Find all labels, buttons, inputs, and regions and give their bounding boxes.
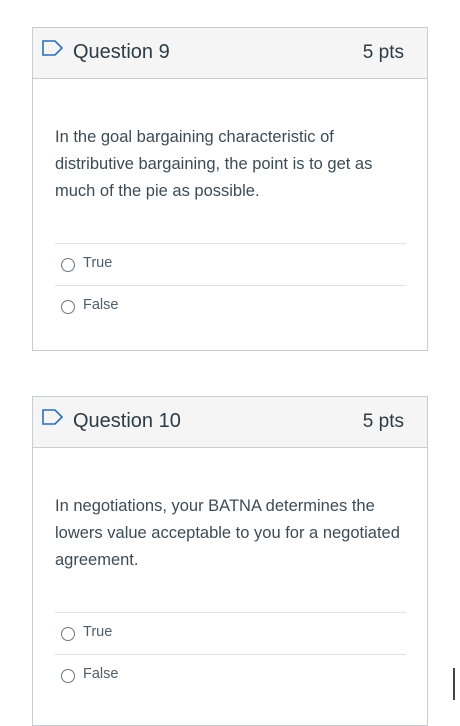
question-text: In the goal bargaining characteristic of… [55, 128, 373, 200]
flag-outline-icon[interactable] [42, 409, 64, 425]
answer-label: True [83, 255, 113, 271]
radio-unchecked-icon[interactable] [61, 258, 75, 272]
answer-label: False [83, 666, 119, 682]
question-card-10: Question 10 5 pts In negotiations, your … [32, 396, 428, 726]
answer-list: True False [55, 243, 406, 327]
radio-unchecked-icon[interactable] [61, 300, 75, 314]
question-points: 5 pts [362, 42, 404, 63]
radio-unchecked-icon[interactable] [61, 627, 75, 641]
answer-option-false[interactable]: False [55, 285, 406, 327]
answer-label: False [83, 297, 119, 313]
answer-option-true[interactable]: True [55, 243, 406, 285]
scrollbar-thumb[interactable] [453, 668, 455, 700]
answer-list: True False [55, 612, 406, 696]
question-title: Question 9 [73, 41, 170, 63]
radio-unchecked-icon[interactable] [61, 669, 75, 683]
question-text: In negotiations, your BATNA determines t… [55, 497, 400, 569]
flag-outline-icon[interactable] [42, 40, 64, 56]
answer-option-false[interactable]: False [55, 654, 406, 696]
question-card-9: Question 9 5 pts In the goal bargaining … [32, 27, 428, 351]
question-title: Question 10 [73, 410, 181, 432]
question-header: Question 9 5 pts [33, 28, 427, 79]
answer-label: True [83, 624, 113, 640]
answer-option-true[interactable]: True [55, 612, 406, 654]
question-header: Question 10 5 pts [33, 397, 427, 448]
question-points: 5 pts [362, 411, 404, 432]
